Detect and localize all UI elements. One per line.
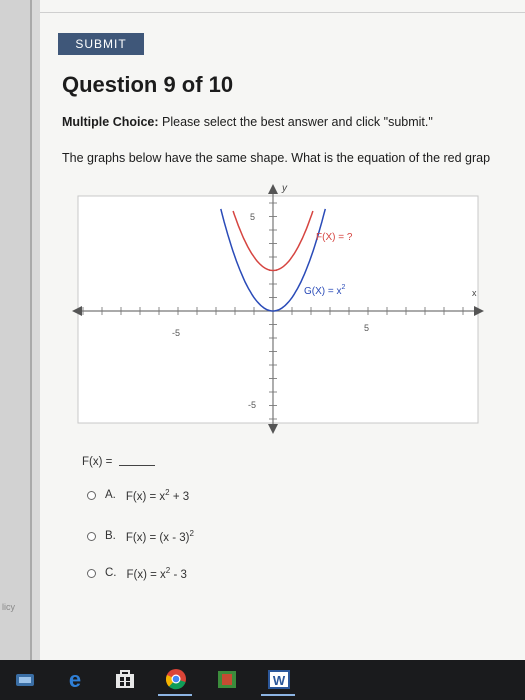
choice-a-letter: A. xyxy=(105,489,116,502)
g-label-exponent: 2 xyxy=(342,284,346,291)
submit-button[interactable]: SUBMIT xyxy=(58,33,144,55)
f-label: F(X) = ? xyxy=(316,232,353,243)
choice-c-eq-tail: - 3 xyxy=(170,568,187,581)
choice-b-eq-base: F(x) = (x - 3) xyxy=(125,531,190,544)
policy-link[interactable]: licy xyxy=(2,602,15,612)
g-label: G(X) = x2 xyxy=(304,284,346,297)
panel-top-divider xyxy=(40,12,525,13)
choice-b-letter: B. xyxy=(105,530,116,543)
choice-a-equation: F(x) = x2 + 3 xyxy=(126,488,189,503)
y-axis-down-arrow xyxy=(268,424,278,434)
choice-a-eq-tail: + 3 xyxy=(169,490,190,503)
y-tick-label-neg5: -5 xyxy=(248,400,256,410)
question-instructions: Multiple Choice: Please select the best … xyxy=(62,115,433,129)
choice-b-eq-exp: 2 xyxy=(189,529,194,538)
x-axis-left-arrow xyxy=(72,306,82,316)
start-icon[interactable] xyxy=(12,668,38,690)
y-axis-label: y xyxy=(281,183,288,194)
instruction-text: Please select the best answer and click … xyxy=(158,115,433,129)
choice-c[interactable]: C. F(x) = x2 - 3 xyxy=(87,566,187,581)
chrome-icon[interactable] xyxy=(163,668,189,690)
word-active-indicator xyxy=(261,694,295,696)
x-axis-label: x xyxy=(472,288,477,298)
choice-c-eq-base: F(x) = x xyxy=(126,568,166,581)
question-type-label: Multiple Choice: xyxy=(62,115,159,129)
x-tick-label-5: 5 xyxy=(364,323,369,333)
radio-b[interactable] xyxy=(87,531,96,541)
choice-c-letter: C. xyxy=(105,567,117,580)
choice-a-eq-base: F(x) = x xyxy=(125,490,166,503)
svg-text:e: e xyxy=(69,668,81,690)
chrome-active-indicator xyxy=(158,694,192,696)
left-sidebar xyxy=(0,0,30,660)
y-tick-label-5: 5 xyxy=(250,212,255,222)
answer-blank: F(x) = xyxy=(82,456,155,468)
blank-line xyxy=(118,465,155,466)
question-panel: SUBMIT Question 9 of 10 Multiple Choice:… xyxy=(40,0,525,660)
edge-browser-icon[interactable]: e xyxy=(62,668,88,690)
question-title: Question 9 of 10 xyxy=(62,72,234,97)
media-icon[interactable] xyxy=(214,668,240,690)
g-label-base: G(X) = x xyxy=(304,286,342,297)
choice-b-equation: F(x) = (x - 3)2 xyxy=(126,529,194,544)
y-axis-up-arrow xyxy=(268,184,278,194)
question-prompt: The graphs below have the same shape. Wh… xyxy=(62,151,491,165)
sidebar-divider xyxy=(30,0,32,660)
parabola-graph: y x 5 -5 -5 5 F(X) = ? G(X) = x2 xyxy=(72,183,484,434)
word-icon[interactable]: W xyxy=(266,668,292,690)
store-icon[interactable] xyxy=(112,668,138,690)
word-icon-letter: W xyxy=(273,673,286,688)
radio-c[interactable] xyxy=(87,568,96,578)
x-tick-label-neg5: -5 xyxy=(172,328,180,338)
answer-blank-label: F(x) = xyxy=(82,456,116,468)
radio-a[interactable] xyxy=(87,490,96,500)
x-axis-right-arrow xyxy=(474,306,484,316)
choice-b[interactable]: B. F(x) = (x - 3)2 xyxy=(87,529,194,544)
choice-c-equation: F(x) = x2 - 3 xyxy=(127,566,187,581)
choice-a[interactable]: A. F(x) = x2 + 3 xyxy=(87,488,189,503)
